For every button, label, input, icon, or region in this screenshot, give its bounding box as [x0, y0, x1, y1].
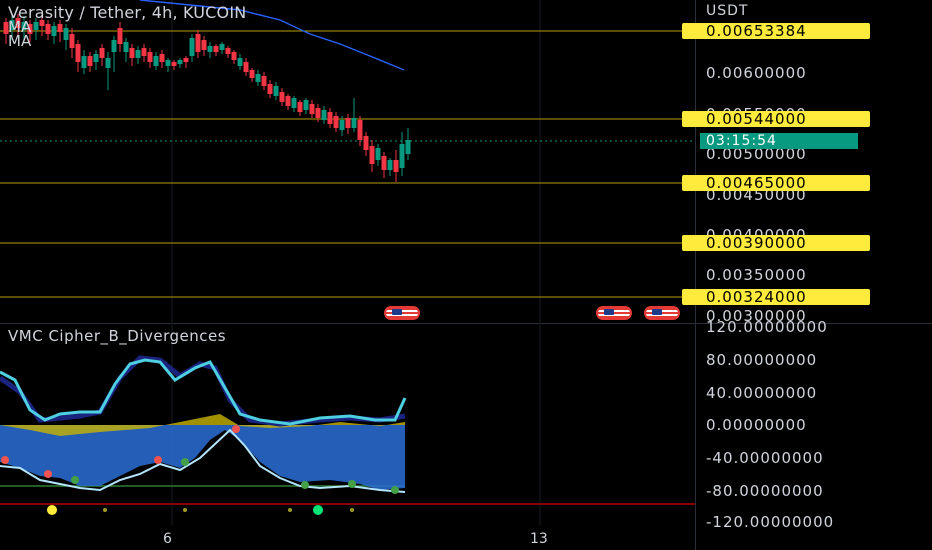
candle-body [69, 34, 75, 48]
candle-body [165, 60, 171, 66]
indicator-label: -80.00000000 [706, 482, 824, 500]
candle-body [99, 48, 105, 58]
candle-body [405, 140, 411, 154]
candle-body [33, 22, 39, 30]
candle-body [291, 98, 297, 108]
candle-body [183, 58, 189, 62]
us-flag-icon[interactable] [384, 306, 420, 320]
candle-body [225, 48, 231, 54]
candle-body [195, 34, 201, 52]
indicator-label: 0.00000000 [706, 416, 807, 434]
candle-body [171, 62, 177, 66]
candle-body [267, 84, 273, 94]
candle-body [231, 52, 237, 60]
symbol-title[interactable]: Verasity / Tether, 4h, KUCOIN [8, 3, 246, 22]
candle-body [285, 96, 291, 106]
candle-body [345, 118, 351, 128]
candle-body [387, 160, 393, 170]
candle-body [357, 120, 363, 140]
candles [3, 14, 411, 182]
candle-body [369, 146, 375, 164]
candle-body [177, 60, 183, 64]
candle-body [93, 54, 99, 62]
candle-body [219, 44, 225, 50]
candle-body [381, 156, 387, 170]
ma-label-2[interactable]: MA [8, 34, 31, 49]
candle-body [273, 86, 279, 96]
candle-body [51, 26, 57, 36]
candle-body [123, 42, 129, 52]
candle-body [255, 74, 261, 82]
candle-body [249, 70, 255, 78]
time-label: 6 [163, 531, 172, 547]
price-label: 0.00600000 [706, 64, 807, 82]
us-flag-icon[interactable] [596, 306, 632, 320]
candle-body [351, 118, 357, 128]
candle-body [303, 100, 309, 110]
indicator-label: 80.00000000 [706, 351, 818, 369]
candle-body [63, 28, 69, 40]
level-tag[interactable]: 0.00544000 [682, 111, 870, 127]
indicator-label: -120.00000000 [706, 513, 835, 531]
candle-body [363, 136, 369, 150]
candle-body [111, 40, 117, 52]
candle-body [213, 46, 219, 52]
candle-body [75, 44, 81, 62]
bar-countdown: 03:15:54 [700, 133, 858, 149]
ma-legend[interactable]: MA MA [8, 20, 31, 49]
candle-body [141, 48, 147, 56]
candle-body [243, 62, 249, 72]
candle-body [393, 160, 399, 172]
candle-body [147, 52, 153, 62]
candle-body [105, 58, 111, 68]
candle-body [309, 104, 315, 114]
indicator-pane [0, 355, 695, 515]
indicator-label: 40.00000000 [706, 384, 818, 402]
candle-body [297, 102, 303, 112]
level-tag[interactable]: 0.00324000 [682, 289, 870, 305]
price-unit: USDT [706, 3, 749, 19]
candle-body [45, 24, 51, 34]
indicator-label: -40.00000000 [706, 449, 824, 467]
candle-body [57, 24, 63, 32]
level-lines [0, 30, 682, 298]
level-tag[interactable]: 0.00465000 [682, 175, 870, 191]
candle-body [237, 58, 243, 66]
candle-body [135, 50, 141, 58]
candle-body [87, 56, 93, 66]
candle-body [399, 144, 405, 168]
candle-body [333, 116, 339, 128]
candle-body [375, 148, 381, 160]
indicator-title[interactable]: VMC Cipher_B_Divergences [8, 327, 226, 345]
candle-body [321, 110, 327, 120]
indicator-label: 120.00000000 [706, 318, 828, 336]
price-label: 0.00350000 [706, 266, 807, 284]
candle-body [279, 92, 285, 102]
wave-light [0, 358, 407, 426]
time-label: 13 [530, 531, 548, 547]
level-tag[interactable]: 0.00653384 [682, 23, 870, 39]
candle-body [189, 38, 195, 56]
candle-body [327, 112, 333, 124]
candle-body [129, 48, 135, 58]
candle-body [261, 76, 267, 86]
candle-body [315, 108, 321, 118]
level-tag[interactable]: 0.00390000 [682, 235, 870, 251]
candle-body [339, 120, 345, 130]
candle-body [117, 28, 123, 44]
candle-body [159, 54, 165, 62]
candle-body [201, 40, 207, 50]
candle-body [81, 56, 87, 68]
candle-body [207, 46, 213, 52]
candle-body [153, 56, 159, 66]
us-flag-icon[interactable] [644, 306, 680, 320]
